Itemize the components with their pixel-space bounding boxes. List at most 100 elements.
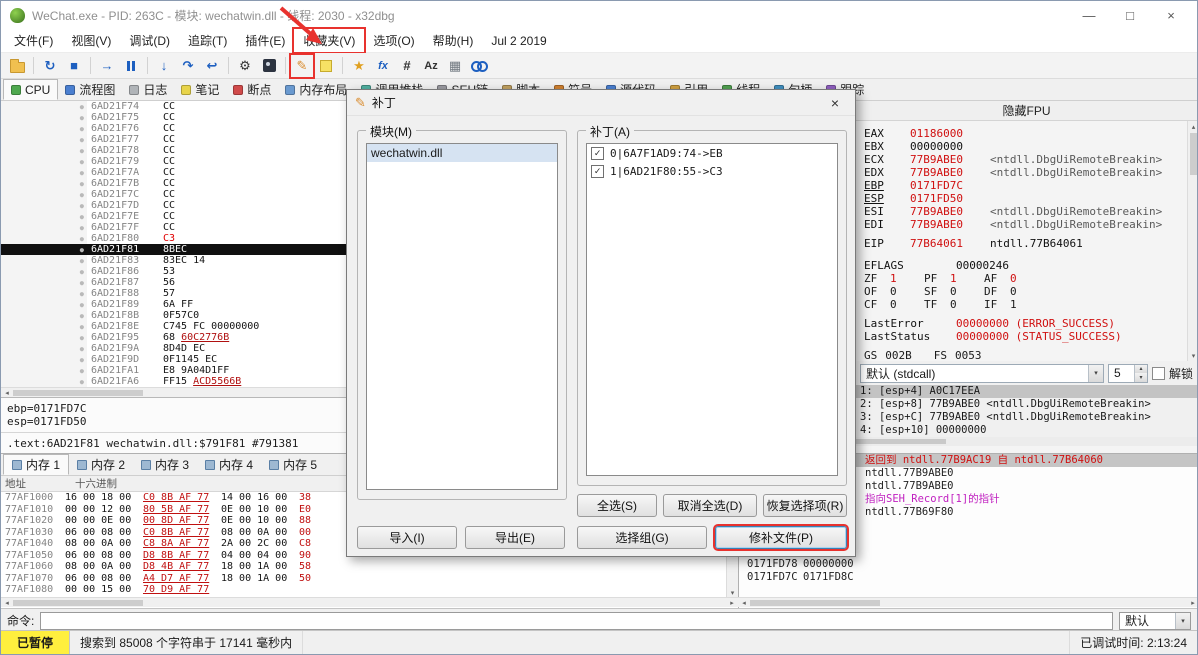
menu-item[interactable]: 文件(F) xyxy=(5,29,62,52)
view-tab[interactable]: 流程图 xyxy=(58,79,122,100)
menu-item[interactable]: 收藏夹(V) xyxy=(292,27,367,54)
patch-checkbox[interactable]: ✓ xyxy=(591,164,604,178)
dump-row[interactable]: 77AF1080 00 00 15 00 70 D9 AF 77 xyxy=(1,584,738,596)
command-profile-select[interactable]: 默认 ▾ xyxy=(1119,611,1191,630)
breakpoint-gutter[interactable] xyxy=(1,112,87,123)
registers-view[interactable]: EAX 01186000 EBX 00000000 ECX 77B9ABE0 < xyxy=(854,121,1197,362)
dump-tab[interactable]: 内存 2 xyxy=(69,454,133,475)
last-status-row[interactable]: LastStatus 00000000 (STATUS_SUCCESS) xyxy=(864,330,1197,343)
scrollbar-thumb[interactable] xyxy=(856,439,946,444)
patch-checkbox[interactable]: ✓ xyxy=(591,146,604,160)
export-button[interactable]: 导出(E) xyxy=(465,526,565,549)
dump-row[interactable]: 77AF1070 06 00 08 00 A4 D7 AF 77 18 00 1… xyxy=(1,573,738,585)
favourites-button[interactable]: ★ xyxy=(348,55,370,77)
registers-scrollbar[interactable]: ▴ ▾ xyxy=(1187,121,1197,361)
register-row[interactable]: ECX 77B9ABE0 <ntdll.DbgUiRemoteBreakin> xyxy=(864,153,1197,166)
close-button[interactable]: × xyxy=(1154,4,1188,26)
breakpoint-gutter[interactable] xyxy=(1,365,87,376)
cpu-flag[interactable]: CF 0 xyxy=(864,298,924,311)
strings-button[interactable]: # xyxy=(396,55,418,77)
cpu-flag[interactable]: OF 0 xyxy=(864,285,924,298)
scrollbar-thumb[interactable] xyxy=(750,599,880,606)
import-button[interactable]: 导入(I) xyxy=(357,526,457,549)
select-group-button[interactable]: 选择组(G) xyxy=(577,526,707,549)
pause-button[interactable] xyxy=(120,55,142,77)
chevron-down-icon[interactable]: ▾ xyxy=(1087,364,1103,382)
dump-tab[interactable]: 内存 3 xyxy=(133,454,197,475)
menu-item[interactable]: Jul 2 2019 xyxy=(482,31,555,51)
breakpoint-gutter[interactable] xyxy=(1,101,87,112)
scroll-down-icon[interactable]: ▾ xyxy=(1188,350,1197,361)
argument-row[interactable]: 4: [esp+10] 00000000 xyxy=(854,424,1197,437)
scrollbar-thumb[interactable] xyxy=(13,389,143,396)
breakpoint-gutter[interactable] xyxy=(1,167,87,178)
stack-horizontal-scrollbar[interactable]: ◂ ▸ xyxy=(738,597,1197,608)
menu-item[interactable]: 追踪(T) xyxy=(179,29,236,52)
comment-button[interactable] xyxy=(315,55,337,77)
settings-gear-button[interactable]: ⚙ xyxy=(234,55,256,77)
dump-tab[interactable]: 内存 4 xyxy=(197,454,261,475)
scroll-right-icon[interactable]: ▸ xyxy=(726,598,738,608)
breakpoint-gutter[interactable] xyxy=(1,145,87,156)
register-row[interactable]: EDX 77B9ABE0 <ntdll.DbgUiRemoteBreakin> xyxy=(864,166,1197,179)
select-all-button[interactable]: 全选(S) xyxy=(577,494,657,517)
register-row[interactable]: EBP 0171FD7C xyxy=(864,179,1197,192)
menu-item[interactable]: 调试(D) xyxy=(120,29,179,52)
arguments-view[interactable]: 1: [esp+4] A0C17EEA 2: [esp+8] 77B9ABE0 … xyxy=(853,385,1197,437)
spin-down-icon[interactable]: ▾ xyxy=(1134,373,1147,382)
menu-item[interactable]: 选项(O) xyxy=(364,29,423,52)
cpu-flag[interactable]: TF 0 xyxy=(924,298,984,311)
stop-debug-button[interactable]: ■ xyxy=(63,55,85,77)
breakpoint-gutter[interactable] xyxy=(1,211,87,222)
dump-horizontal-scrollbar[interactable]: ◂ ▸ xyxy=(1,597,738,607)
chevron-down-icon[interactable]: ▾ xyxy=(1175,612,1190,629)
scroll-up-icon[interactable]: ▴ xyxy=(1188,121,1197,132)
eflags-row[interactable]: EFLAGS 00000246 xyxy=(864,259,1197,272)
view-tab[interactable]: 日志 xyxy=(122,79,174,100)
dump-tab[interactable]: 内存 5 xyxy=(261,454,325,475)
dump-tab[interactable]: 内存 1 xyxy=(3,454,70,475)
breakpoint-gutter[interactable] xyxy=(1,343,87,354)
breakpoint-gutter[interactable] xyxy=(1,233,87,244)
minimize-button[interactable]: — xyxy=(1072,4,1106,26)
cpu-flag[interactable]: ZF 1 xyxy=(864,272,924,285)
breakpoint-gutter[interactable] xyxy=(1,354,87,365)
patch-file-button[interactable]: 修补文件(P) xyxy=(713,524,849,551)
register-row[interactable]: ESI 77B9ABE0 <ntdll.DbgUiRemoteBreakin> xyxy=(864,205,1197,218)
dialog-close-button[interactable]: × xyxy=(823,93,847,113)
breakpoint-gutter[interactable] xyxy=(1,222,87,233)
breakpoint-gutter[interactable] xyxy=(1,123,87,134)
run-to-return-button[interactable]: ↩ xyxy=(201,55,223,77)
dialog-title-bar[interactable]: ✎ 补丁 × xyxy=(347,90,855,116)
patch-button[interactable]: ✎ xyxy=(289,52,315,79)
scroll-left-icon[interactable]: ◂ xyxy=(738,598,750,608)
spy-window-button[interactable] xyxy=(258,55,280,77)
arguments-scrollbar[interactable] xyxy=(853,437,1197,446)
argument-row[interactable]: 2: [esp+8] 77B9ABE0 <ntdll.DbgUiRemoteBr… xyxy=(854,398,1197,411)
cpu-flag[interactable]: PF 1 xyxy=(924,272,984,285)
fx-button[interactable]: fx xyxy=(372,55,394,77)
register-row[interactable]: EAX 01186000 xyxy=(864,127,1197,140)
scrollbar-thumb[interactable] xyxy=(13,599,143,606)
command-input[interactable] xyxy=(40,611,1113,630)
cpu-flag[interactable]: SF 0 xyxy=(924,285,984,298)
patch-list-item[interactable]: ✓ 1|6AD21F80:55->C3 xyxy=(587,162,837,180)
breakpoint-gutter[interactable] xyxy=(1,134,87,145)
watch-button[interactable] xyxy=(468,55,490,77)
breakpoint-gutter[interactable] xyxy=(1,255,87,266)
modules-list[interactable]: wechatwin.dll xyxy=(366,143,558,490)
restore-selected-button[interactable]: 恢复选择项(R) xyxy=(763,494,847,517)
view-tab[interactable]: 笔记 xyxy=(174,79,226,100)
deselect-all-button[interactable]: 取消全选(D) xyxy=(663,494,757,517)
breakpoint-gutter[interactable] xyxy=(1,376,87,387)
breakpoint-gutter[interactable] xyxy=(1,200,87,211)
scroll-right-icon[interactable]: ▸ xyxy=(1187,598,1197,608)
breakpoint-gutter[interactable] xyxy=(1,299,87,310)
menu-item[interactable]: 帮助(H) xyxy=(424,29,483,52)
argument-row[interactable]: 3: [esp+C] 77B9ABE0 <ntdll.DbgUiRemoteBr… xyxy=(854,411,1197,424)
module-list-item[interactable]: wechatwin.dll xyxy=(367,144,557,162)
breakpoint-gutter[interactable] xyxy=(1,277,87,288)
view-tab[interactable]: CPU xyxy=(3,79,59,100)
open-file-button[interactable] xyxy=(6,55,28,77)
breakpoint-gutter[interactable] xyxy=(1,321,87,332)
